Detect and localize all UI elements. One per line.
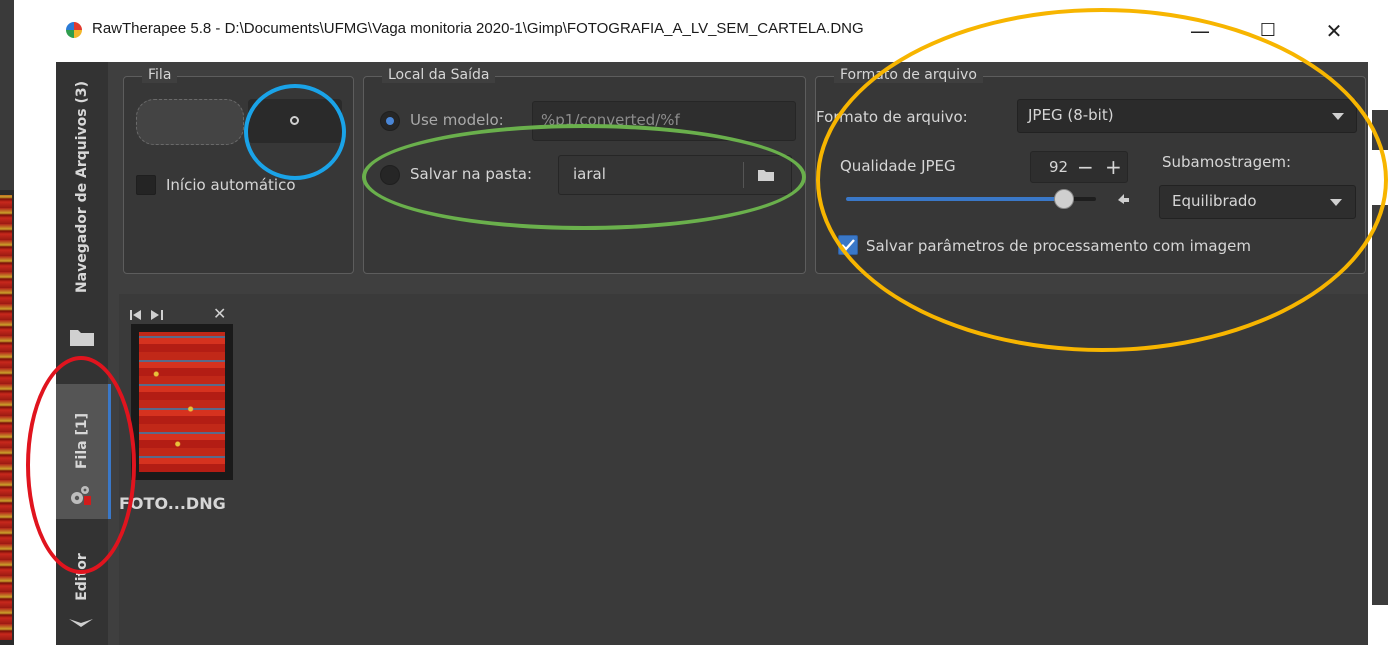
subsampling-select[interactable]: Equilibrado xyxy=(1159,185,1356,219)
move-to-end-icon[interactable] xyxy=(149,306,165,325)
output-location-group: Local da Saída Use modelo: %p1/converted… xyxy=(363,67,806,274)
background-window-right xyxy=(1368,0,1388,645)
background-window-left xyxy=(0,0,14,645)
move-to-start-icon[interactable] xyxy=(129,306,145,325)
maximize-button[interactable]: ☐ xyxy=(1248,14,1288,48)
jpeg-quality-spinbox[interactable]: 92 − + xyxy=(1030,151,1128,183)
save-in-folder-label: Salvar na pasta: xyxy=(410,165,533,183)
chevron-down-icon xyxy=(1332,113,1344,120)
tab-queue[interactable]: Fila [1] xyxy=(56,384,111,519)
remove-from-queue-icon[interactable]: ✕ xyxy=(213,304,226,323)
close-button[interactable]: ✕ xyxy=(1314,14,1354,48)
slider-handle[interactable] xyxy=(1054,189,1074,209)
folder-value: iaral xyxy=(573,165,606,183)
file-format-group: Formato de arquivo Formato de arquivo: J… xyxy=(815,67,1366,274)
tab-queue-label: Fila [1] xyxy=(74,412,90,469)
queue-start-toggle[interactable] xyxy=(136,99,244,145)
use-template-radio[interactable] xyxy=(380,111,400,131)
template-value: %p1/converted/%f xyxy=(541,111,680,129)
title-bar: RawTherapee 5.8 - D:\Documents\UFMG\Vaga… xyxy=(56,0,1368,62)
save-params-label: Salvar parâmetros de processamento com i… xyxy=(866,237,1251,255)
circle-icon xyxy=(290,116,299,125)
jpeg-quality-decrement-button[interactable]: − xyxy=(1077,155,1094,179)
use-template-label: Use modelo: xyxy=(410,111,504,129)
subsampling-value: Equilibrado xyxy=(1172,192,1257,210)
output-group-label: Local da Saída xyxy=(382,67,496,83)
folder-open-icon xyxy=(757,167,775,186)
tab-editor-label: Editor xyxy=(74,553,90,601)
queue-thumbnail[interactable] xyxy=(131,324,233,480)
jpeg-quality-slider[interactable] xyxy=(846,189,1096,209)
chevron-down-icon xyxy=(1330,199,1342,206)
auto-start-label: Início automático xyxy=(166,176,296,194)
rawtherapee-logo-icon xyxy=(66,22,82,38)
queue-stop-button[interactable] xyxy=(248,99,342,143)
queue-file-list: ✕ FOTO...DNG xyxy=(119,294,1368,645)
gears-icon xyxy=(69,484,93,510)
format-group-label: Formato de arquivo xyxy=(834,67,983,83)
subsampling-label: Subamostragem: xyxy=(1162,153,1292,171)
queue-item-filename: FOTO...DNG xyxy=(119,494,226,513)
auto-start-checkbox[interactable] xyxy=(136,175,156,195)
template-input[interactable]: %p1/converted/%f xyxy=(532,101,796,141)
save-params-checkbox[interactable] xyxy=(838,235,858,255)
editor-icon xyxy=(68,614,94,633)
jpeg-quality-increment-button[interactable]: + xyxy=(1105,155,1122,179)
window-title: RawTherapee 5.8 - D:\Documents\UFMG\Vaga… xyxy=(92,20,864,37)
folder-chooser[interactable]: iaral xyxy=(558,155,792,195)
jpeg-quality-value: 92 xyxy=(1049,158,1069,176)
tab-editor[interactable]: Editor xyxy=(56,532,108,622)
save-in-folder-radio[interactable] xyxy=(380,165,400,185)
jpeg-quality-label: Qualidade JPEG xyxy=(840,157,956,175)
file-format-label: Formato de arquivo: xyxy=(816,108,968,126)
folder-icon xyxy=(69,327,95,351)
minimize-button[interactable]: — xyxy=(1180,14,1220,48)
file-format-select[interactable]: JPEG (8-bit) xyxy=(1017,99,1357,133)
tab-file-browser[interactable]: Navegador de Arquivos (3) xyxy=(56,62,108,312)
file-format-value: JPEG (8-bit) xyxy=(1028,106,1114,124)
tab-file-browser-label: Navegador de Arquivos (3) xyxy=(74,80,90,294)
queue-group-label: Fila xyxy=(142,67,178,83)
reset-arrow-icon[interactable] xyxy=(1116,189,1130,208)
app-main: Navegador de Arquivos (3) Fila [1] Edito… xyxy=(56,62,1368,645)
queue-group: Fila Início automático xyxy=(123,67,354,274)
side-tabs: Navegador de Arquivos (3) Fila [1] Edito… xyxy=(56,62,111,645)
